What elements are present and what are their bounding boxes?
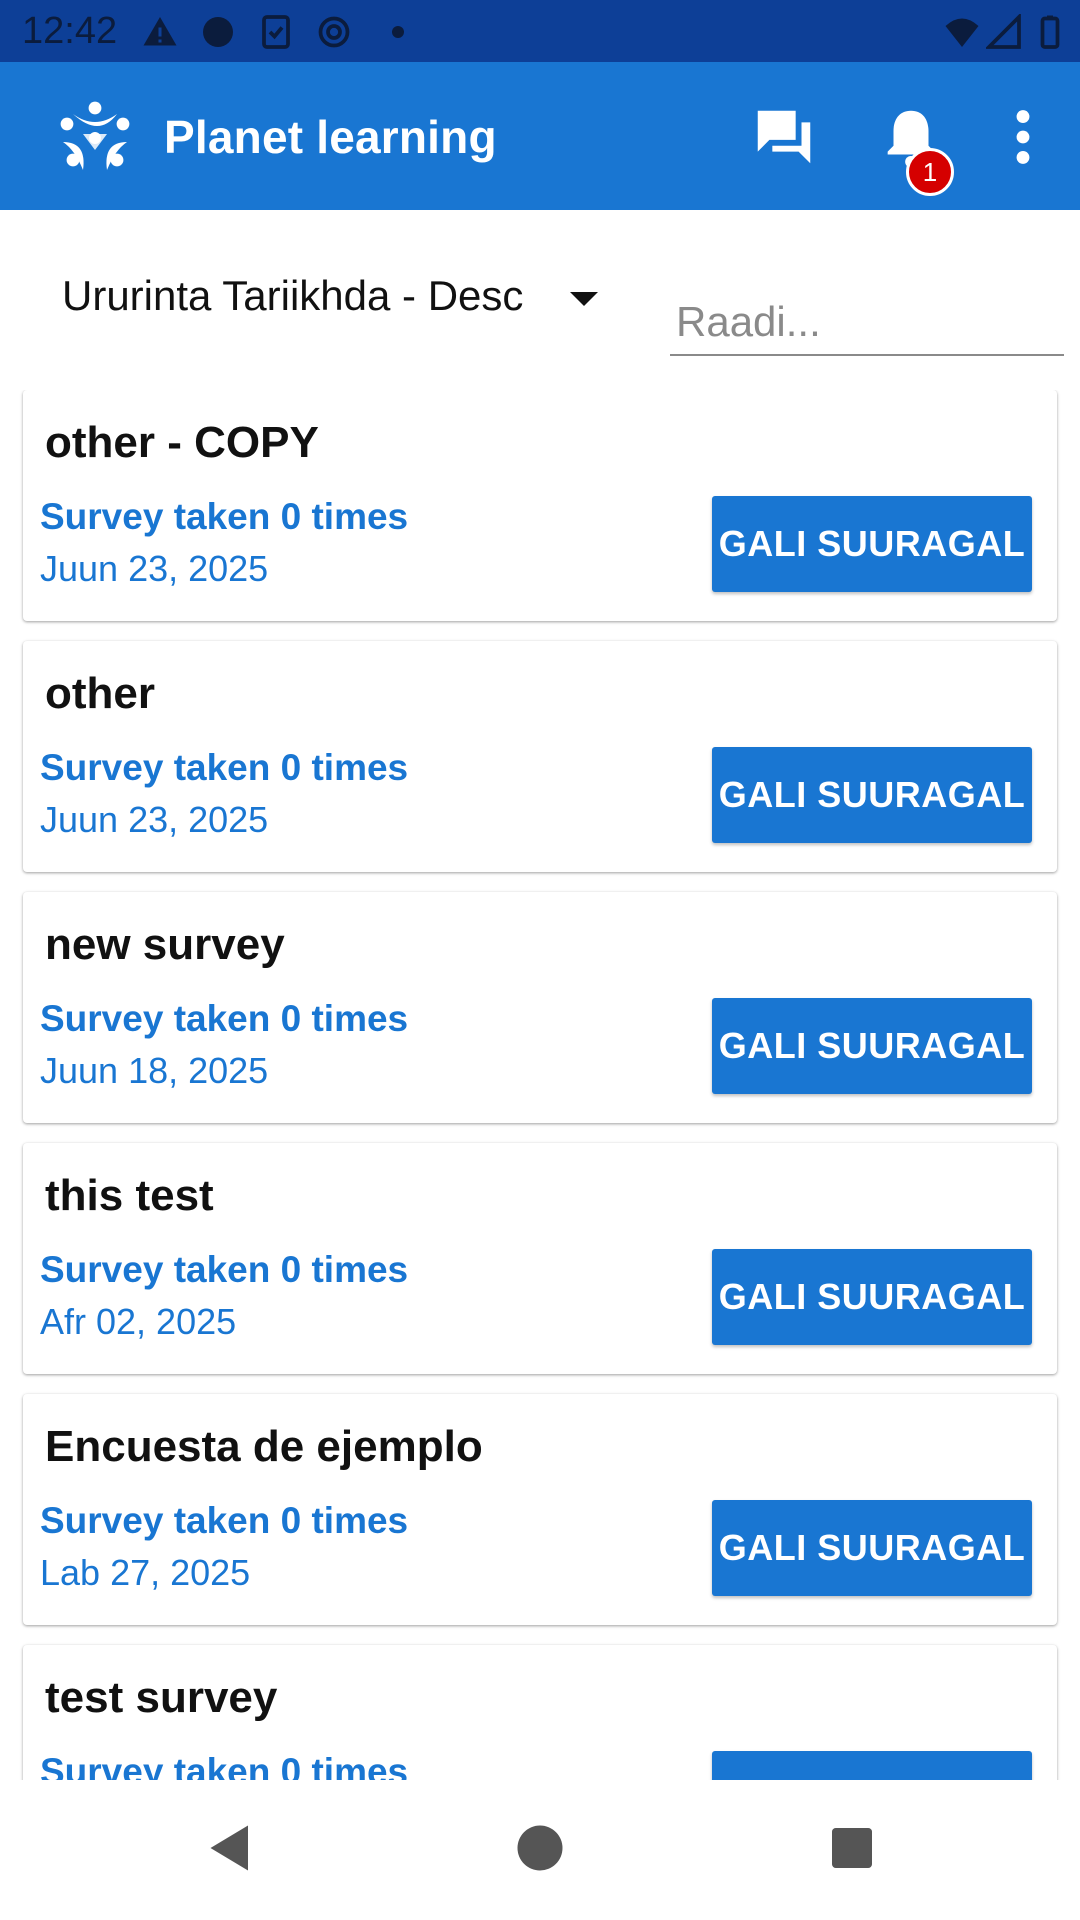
survey-date: Juun 23, 2025 <box>40 548 269 589</box>
dropdown-caret-icon[interactable] <box>570 292 598 306</box>
planet-learning-logo-icon <box>60 101 130 170</box>
survey-title: Encuesta de ejemplo <box>45 1422 483 1471</box>
survey-count: Survey taken 0 times <box>40 1249 409 1290</box>
survey-count: Survey taken 0 times <box>40 496 409 537</box>
app-title: Planet learning <box>164 111 497 163</box>
signal-icon <box>986 14 1021 49</box>
survey-card: other Survey taken 0 times Juun 23, 2025… <box>23 641 1057 872</box>
survey-card: test survey Survey taken 0 times GALI SU… <box>23 1645 1057 1780</box>
at-sign-icon <box>318 16 350 48</box>
circle-icon <box>203 17 233 47</box>
survey-card: Encuesta de ejemplo Survey taken 0 times… <box>23 1394 1057 1625</box>
take-survey-button[interactable]: GALI SUURAGAL <box>712 747 1032 843</box>
battery-icon <box>1040 15 1060 49</box>
recents-square-icon[interactable] <box>822 1818 882 1878</box>
survey-title: other <box>45 669 155 718</box>
notification-badge: 1 <box>906 148 954 196</box>
app-bar: Planet learning 1 <box>0 62 1080 210</box>
survey-date: Juun 23, 2025 <box>40 799 269 840</box>
status-bar: 12:42 <box>0 0 1080 62</box>
survey-count: Survey taken 0 times <box>40 1500 409 1541</box>
survey-count: Survey taken 0 times <box>40 998 409 1039</box>
sort-dropdown[interactable]: Ururinta Tariikhda - Desc <box>62 272 523 320</box>
survey-title: test survey <box>45 1673 278 1722</box>
take-survey-button[interactable]: GALI SUURAGAL <box>712 998 1032 1094</box>
dot-icon <box>392 26 404 38</box>
take-survey-button[interactable]: GALI SUURAGAL <box>712 1500 1032 1596</box>
more-vert-icon[interactable] <box>988 102 1058 172</box>
task-icon <box>262 15 290 49</box>
survey-date: Lab 27, 2025 <box>40 1552 251 1593</box>
status-time: 12:42 <box>22 10 118 52</box>
system-nav-bar <box>0 1780 1080 1920</box>
warning-icon <box>143 17 177 46</box>
back-triangle-icon[interactable] <box>198 1818 258 1878</box>
survey-date: Juun 18, 2025 <box>40 1050 269 1091</box>
survey-count: Survey taken 0 times <box>40 747 409 788</box>
survey-card: new survey Survey taken 0 times Juun 18,… <box>23 892 1057 1123</box>
survey-date: Afr 02, 2025 <box>40 1301 237 1342</box>
home-circle-icon[interactable] <box>510 1818 570 1878</box>
survey-card: this test Survey taken 0 times Afr 02, 2… <box>23 1143 1057 1374</box>
survey-card: other - COPY Survey taken 0 times Juun 2… <box>23 390 1057 621</box>
search-input[interactable] <box>670 290 1064 356</box>
take-survey-button[interactable]: GALI SUURAGAL <box>712 1249 1032 1345</box>
wifi-icon <box>945 18 979 47</box>
survey-list[interactable]: other - COPY Survey taken 0 times Juun 2… <box>0 390 1080 1780</box>
take-survey-button[interactable]: GALI SUURAGAL <box>712 496 1032 592</box>
filter-row: Ururinta Tariikhda - Desc <box>0 210 1080 390</box>
survey-title: new survey <box>45 920 285 969</box>
survey-title: this test <box>45 1171 214 1220</box>
take-survey-button[interactable]: GALI SUURAGAL <box>712 1751 1032 1780</box>
chat-icon[interactable] <box>749 102 819 172</box>
survey-count: Survey taken 0 times <box>40 1751 409 1780</box>
survey-title: other - COPY <box>45 418 319 467</box>
